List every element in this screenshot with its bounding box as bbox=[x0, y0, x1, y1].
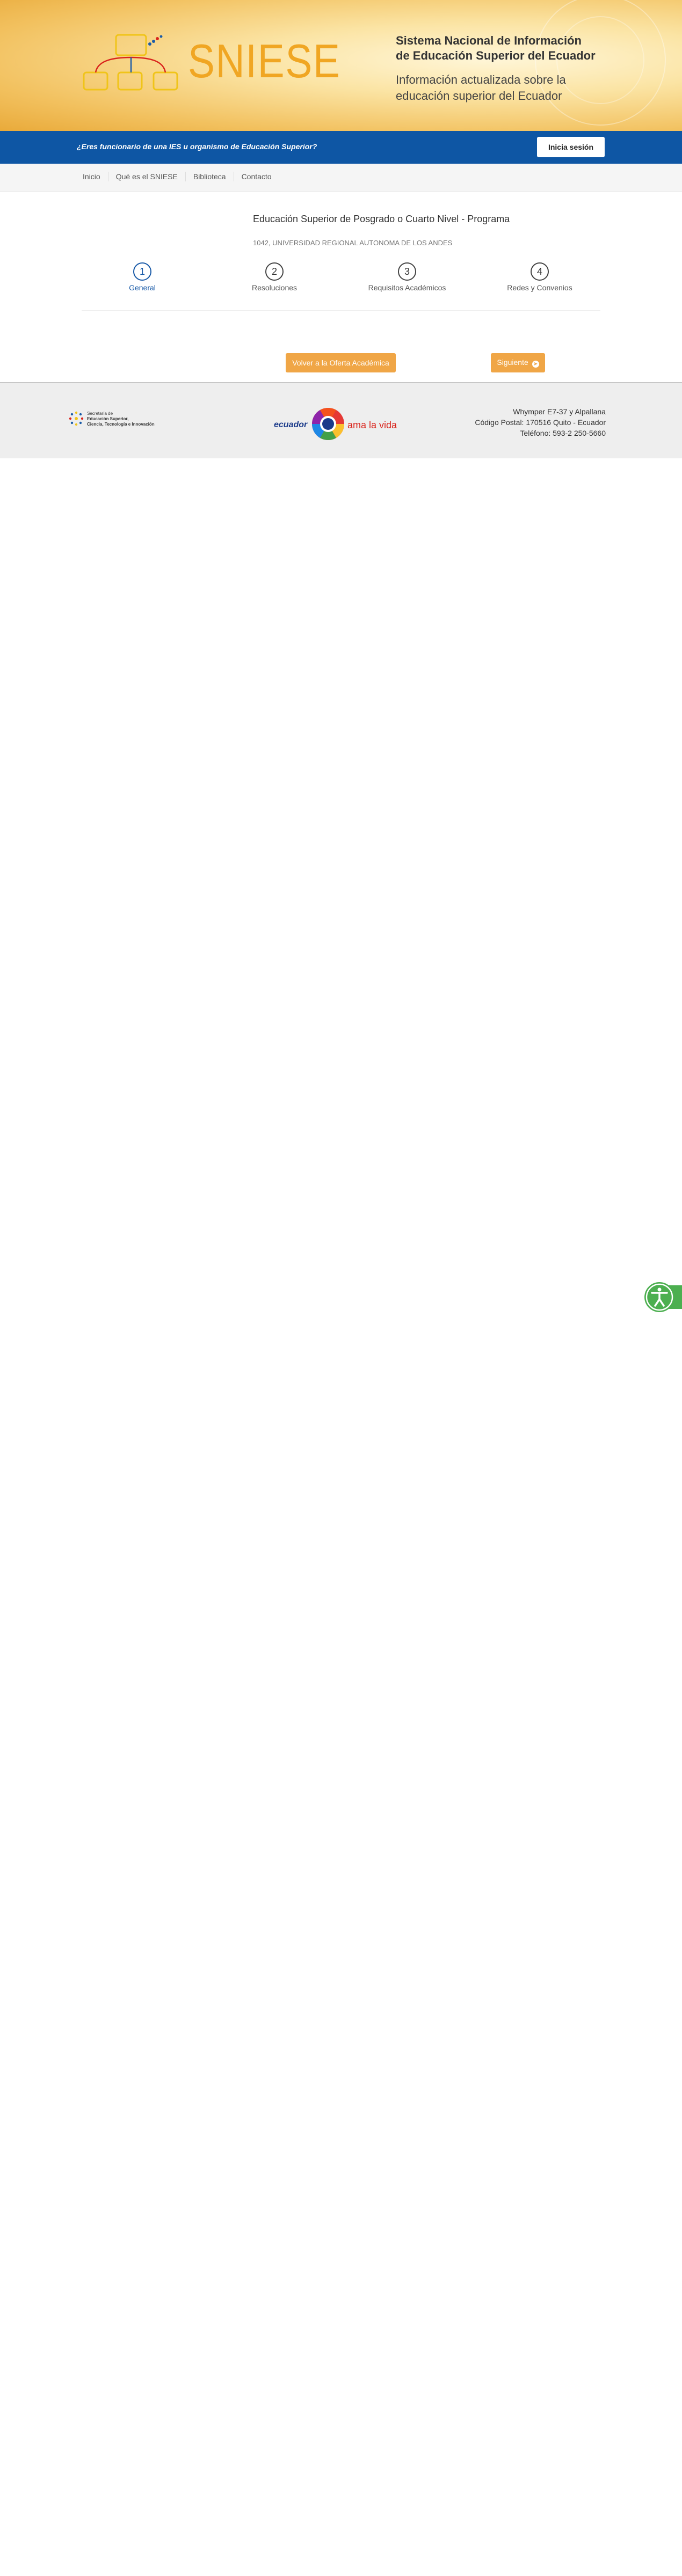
site-subtitle: Información actualizada sobre la educaci… bbox=[396, 73, 566, 103]
program-title: Educación Superior de Posgrado o Cuarto … bbox=[253, 214, 510, 224]
step-number: 3 bbox=[398, 262, 416, 281]
step-redes[interactable]: 4 Redes y Convenios bbox=[499, 262, 580, 292]
footer: Secretaría de Educación Superior, Cienci… bbox=[0, 382, 682, 458]
address-line2: Código Postal: 170516 Quito - Ecuador bbox=[475, 418, 606, 427]
logo-wordmark[interactable]: SNIESE bbox=[188, 38, 341, 85]
nav-item-biblioteca[interactable]: Biblioteca bbox=[185, 172, 234, 181]
staff-question: ¿Eres funcionario de una IES u organismo… bbox=[77, 142, 317, 151]
next-label: Siguiente bbox=[497, 358, 528, 367]
senescyt-line1: Secretaría de bbox=[87, 411, 113, 416]
step-number: 1 bbox=[133, 262, 151, 281]
senescyt-line2: Educación Superior, bbox=[87, 416, 129, 421]
senescyt-text: Secretaría de Educación Superior, Cienci… bbox=[87, 411, 155, 427]
divider bbox=[82, 310, 600, 311]
senescyt-line3: Ciencia, Tecnología e Innovación bbox=[87, 422, 155, 427]
program-institution: 1042, UNIVERSIDAD REGIONAL AUTONOMA DE L… bbox=[253, 239, 453, 247]
accessibility-icon[interactable] bbox=[643, 1281, 682, 1313]
step-label: Resoluciones bbox=[251, 283, 298, 292]
next-button[interactable]: Siguiente ➤ bbox=[491, 353, 545, 372]
site-title-line1: Sistema Nacional de Información bbox=[396, 34, 582, 47]
step-requisitos[interactable]: 3 Requisitos Académicos bbox=[367, 262, 447, 292]
login-button[interactable]: Inicia sesión bbox=[537, 137, 605, 157]
arrow-circle-right-icon: ➤ bbox=[532, 361, 539, 368]
step-label: General bbox=[129, 283, 156, 292]
step-general[interactable]: 1 General bbox=[102, 262, 183, 292]
senescyt-logo-icon bbox=[69, 411, 84, 426]
site-title-line2: de Educación Superior del Ecuador bbox=[396, 49, 596, 62]
login-bar: ¿Eres funcionario de una IES u organismo… bbox=[0, 131, 682, 164]
contact-address: Whymper E7-37 y Alpallana Código Postal:… bbox=[475, 406, 606, 438]
accessibility-widget[interactable] bbox=[643, 1281, 682, 1313]
step-label: Requisitos Académicos bbox=[368, 283, 446, 292]
step-label: Redes y Convenios bbox=[507, 283, 572, 292]
nav-item-contacto[interactable]: Contacto bbox=[233, 172, 279, 181]
main-nav: Inicio Qué es el SNIESE Biblioteca Conta… bbox=[0, 164, 682, 192]
network-logo-icon[interactable] bbox=[82, 33, 184, 95]
site-title: Sistema Nacional de Información de Educa… bbox=[396, 33, 621, 63]
nav-item-que-es[interactable]: Qué es el SNIESE bbox=[107, 172, 185, 181]
header-banner: SNIESE Sistema Nacional de Información d… bbox=[0, 0, 682, 131]
step-number: 4 bbox=[531, 262, 549, 281]
address-line3: Teléfono: 593-2 250-5660 bbox=[520, 429, 606, 437]
ama-la-vida: ama la vida bbox=[347, 420, 397, 430]
ecuador-word: ecuador bbox=[274, 420, 308, 429]
step-resoluciones[interactable]: 2 Resoluciones bbox=[234, 262, 315, 292]
step-number: 2 bbox=[265, 262, 284, 281]
nav-item-inicio[interactable]: Inicio bbox=[75, 172, 108, 181]
back-to-offer-button[interactable]: Volver a la Oferta Académica bbox=[286, 353, 396, 372]
address-line1: Whymper E7-37 y Alpallana bbox=[513, 407, 606, 416]
sun-rosette-icon bbox=[312, 407, 344, 441]
